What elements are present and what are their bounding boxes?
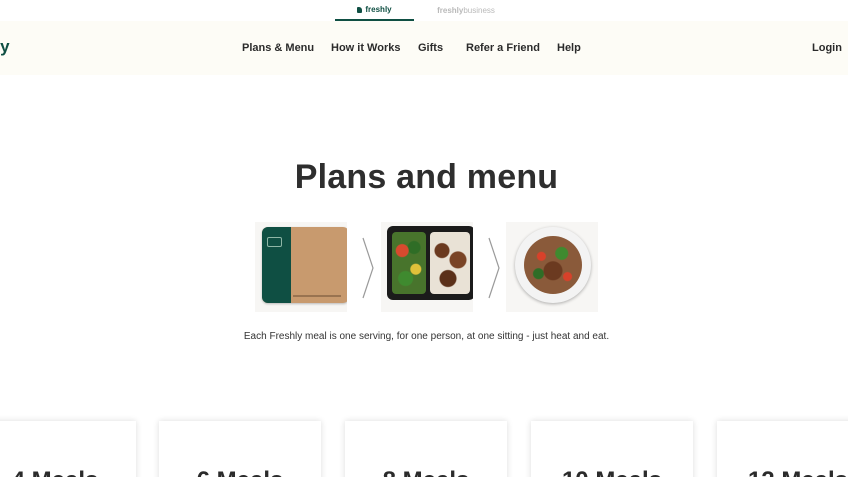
tab-freshly-label: freshly — [365, 5, 392, 14]
plan-card-title: 8 Meals — [345, 467, 507, 477]
meal-box-line — [293, 295, 341, 297]
meal-tray-image — [381, 222, 473, 312]
tab-freshly-business[interactable]: freshly business — [425, 0, 507, 21]
meal-box-tag — [267, 237, 282, 247]
plan-card-10-meals[interactable]: 10 Meals — [531, 421, 693, 477]
freshly-logo-icon — [357, 6, 363, 13]
plan-card-title: 6 Meals — [159, 467, 321, 477]
tray-vegetables — [392, 232, 426, 294]
nav-how-it-works[interactable]: How it Works — [331, 42, 400, 54]
plated-meal-image — [506, 222, 598, 312]
tab-freshly-business-suffix: business — [463, 6, 495, 15]
plan-card-8-meals[interactable]: 8 Meals — [345, 421, 507, 477]
meal-box — [262, 227, 347, 303]
site-logo[interactable]: nly — [0, 37, 10, 57]
brand-switcher: freshly freshly business — [0, 0, 848, 21]
nav-help[interactable]: Help — [557, 42, 581, 54]
plan-card-title: 10 Meals — [531, 467, 693, 477]
plated-food — [524, 236, 582, 294]
meal-tray — [387, 226, 473, 300]
tab-freshly-business-label: freshly — [437, 6, 464, 15]
main-nav: nly Plans & Menu How it Works Gifts Refe… — [0, 21, 848, 75]
nav-plans-menu[interactable]: Plans & Menu — [242, 42, 314, 54]
plan-card-title: 12 Meals — [717, 467, 848, 477]
plan-card-4-meals[interactable]: 4 Meals — [0, 421, 136, 477]
chevron-right-icon — [362, 237, 374, 299]
login-link[interactable]: Login — [812, 42, 842, 54]
nav-gifts[interactable]: Gifts — [418, 42, 443, 54]
plan-card-title: 4 Meals — [0, 467, 136, 477]
plan-card-6-meals[interactable]: 6 Meals — [159, 421, 321, 477]
plan-card-12-meals[interactable]: 12 Meals — [717, 421, 848, 477]
page-title: Plans and menu — [294, 158, 559, 196]
tab-freshly[interactable]: freshly — [335, 0, 414, 21]
hero-caption: Each Freshly meal is one serving, for on… — [243, 331, 610, 342]
chevron-right-icon — [488, 237, 500, 299]
nav-refer-a-friend[interactable]: Refer a Friend — [466, 42, 540, 54]
meal-box-image — [255, 222, 347, 312]
tray-chicken-rice — [430, 232, 470, 294]
